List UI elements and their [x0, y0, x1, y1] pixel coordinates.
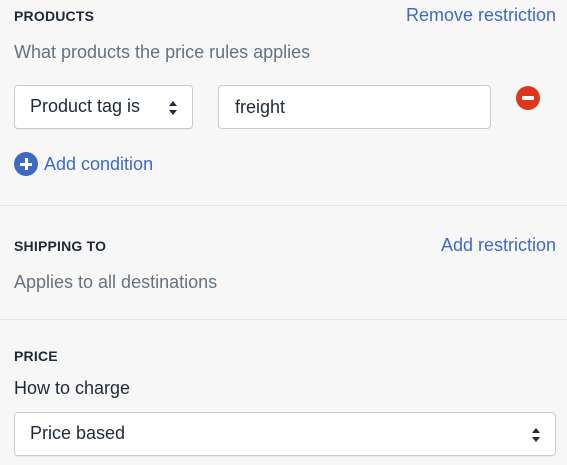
plus-circle-icon [14, 152, 38, 176]
products-description: What products the price rules applies [14, 42, 311, 62]
minus-circle-icon [522, 96, 534, 100]
price-heading: PRICE [14, 348, 58, 364]
condition-value-input[interactable]: freight [218, 85, 491, 129]
condition-value-text: freight [235, 97, 286, 117]
condition-field-select[interactable]: Product tag is [14, 85, 193, 129]
shipping-heading: SHIPPING TO [14, 238, 107, 254]
add-restriction-link[interactable]: Add restriction [441, 235, 556, 256]
products-heading: PRODUCTS [14, 8, 95, 24]
price-method-select[interactable]: Price based [14, 412, 556, 456]
price-rules-panel: PRODUCTS Remove restriction What product… [0, 0, 567, 465]
remove-condition-button[interactable] [516, 86, 540, 110]
section-divider [0, 319, 567, 320]
add-condition-label: Add condition [44, 153, 154, 174]
add-condition-button[interactable]: Add condition [14, 151, 153, 177]
how-to-charge-label: How to charge [14, 378, 131, 398]
select-arrows-icon [169, 101, 177, 115]
select-arrows-icon [532, 428, 540, 442]
shipping-description: Applies to all destinations [14, 272, 218, 292]
section-divider [0, 205, 567, 206]
condition-field-value: Product tag is [30, 96, 141, 116]
remove-restriction-link[interactable]: Remove restriction [406, 5, 556, 26]
price-method-value: Price based [30, 423, 126, 443]
